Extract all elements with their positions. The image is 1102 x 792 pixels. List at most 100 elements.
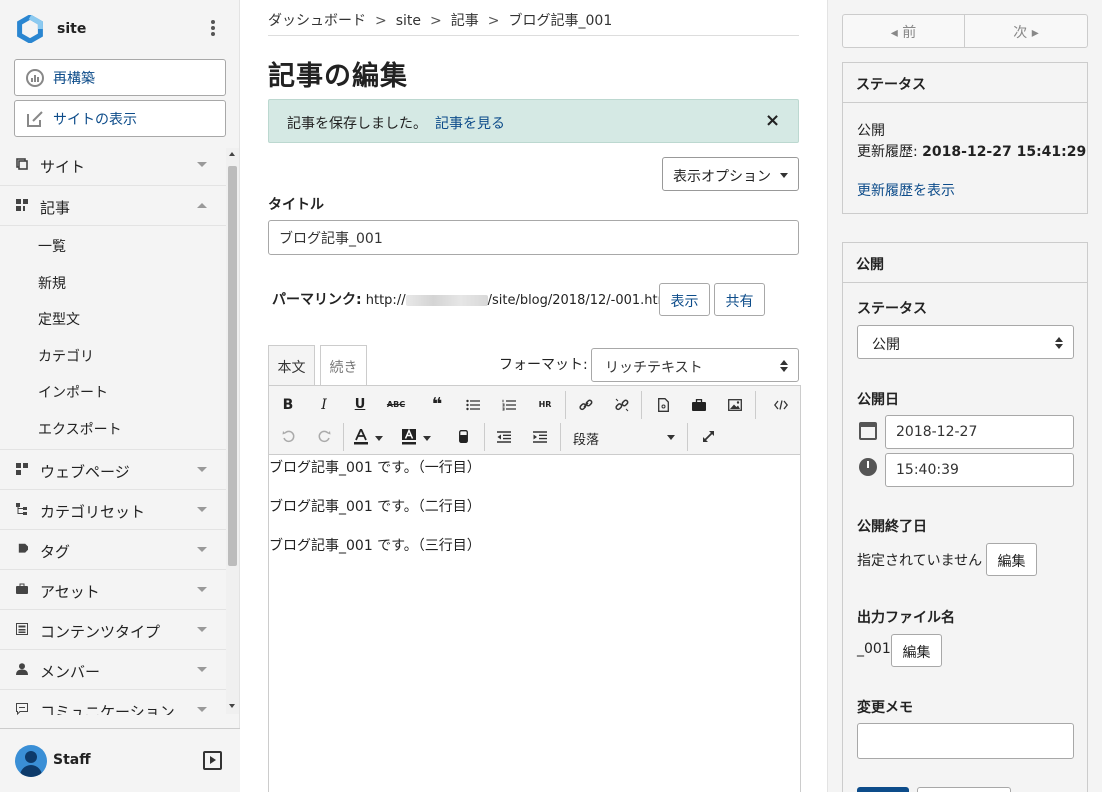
submenu-item-list[interactable]: 一覧 <box>0 228 226 265</box>
nav-item-entries[interactable]: 記事 <box>0 185 226 225</box>
nav-item-webpages[interactable]: ウェブページ <box>0 449 226 489</box>
indent-button[interactable] <box>527 424 553 450</box>
view-site-button[interactable]: サイトの表示 <box>14 100 226 137</box>
breadcrumb-separator: > <box>487 13 500 29</box>
site-name[interactable]: site <box>57 21 86 37</box>
scrollbar-thumb[interactable] <box>228 166 237 566</box>
nav-item-member[interactable]: メンバー <box>0 649 226 689</box>
content-line: ブログ記事_001 です。（一行目） <box>269 460 481 476</box>
background-color-dropdown[interactable] <box>420 424 434 450</box>
format-select[interactable]: リッチテキスト <box>591 348 799 382</box>
edit-unpublish-date-button[interactable]: 編集 <box>986 543 1037 576</box>
submenu-item-import[interactable]: インポート <box>0 374 226 411</box>
insert-asset-button[interactable] <box>686 392 712 418</box>
blockquote-button[interactable]: ❝ <box>424 392 450 418</box>
source-code-button[interactable] <box>768 392 794 418</box>
unlink-icon <box>615 398 629 412</box>
sidebar-header: site <box>0 0 240 58</box>
status-value: 公開 <box>857 123 885 139</box>
file-icon <box>657 398 669 412</box>
submenu-item-new[interactable]: 新規 <box>0 265 226 302</box>
strikethrough-button[interactable]: ABC <box>383 392 409 418</box>
rebuild-button[interactable]: 再構築 <box>14 59 226 96</box>
logo-icon[interactable] <box>16 15 44 43</box>
publish-date-input[interactable] <box>885 415 1074 449</box>
breadcrumb-dashboard[interactable]: ダッシュボード <box>268 13 366 29</box>
display-options-button[interactable]: 表示オプション <box>662 157 799 191</box>
insert-image-button[interactable] <box>722 392 748 418</box>
breadcrumb-site[interactable]: site <box>396 13 421 29</box>
next-entry-button[interactable]: 次 ▸ <box>965 15 1087 47</box>
save-button[interactable] <box>857 787 909 792</box>
title-input[interactable] <box>268 220 799 255</box>
numbered-list-button[interactable] <box>496 392 522 418</box>
editor-content[interactable]: ブログ記事_001 です。（一行目） ブログ記事_001 です。（二行目） ブロ… <box>269 457 800 574</box>
publish-status-select[interactable]: 公開 <box>857 325 1074 359</box>
italic-button[interactable]: I <box>311 392 337 418</box>
update-history-label: 更新履歴: <box>857 144 918 160</box>
avatar[interactable] <box>15 745 47 777</box>
underline-button[interactable]: U <box>347 392 373 418</box>
nav-item-communication[interactable]: コミュニケーション <box>0 689 226 715</box>
secondary-button[interactable] <box>917 787 1011 792</box>
undo-button[interactable] <box>275 424 301 450</box>
horizontal-rule-button[interactable]: HR <box>532 392 558 418</box>
insert-file-button[interactable] <box>650 392 676 418</box>
scroll-down-icon[interactable] <box>229 704 235 708</box>
collapse-sidebar-icon[interactable] <box>203 751 222 770</box>
nav-item-tag[interactable]: タグ <box>0 529 226 569</box>
publish-time-input[interactable] <box>885 453 1074 487</box>
nav-label: コンテンツタイプ <box>40 623 161 641</box>
clock-icon[interactable] <box>859 458 877 476</box>
nav-item-asset[interactable]: アセット <box>0 569 226 609</box>
kebab-menu-icon[interactable] <box>206 18 220 40</box>
text-color-button[interactable] <box>349 424 373 450</box>
nav-label: カテゴリセット <box>40 503 146 521</box>
edit-basename-button[interactable]: 編集 <box>891 634 942 667</box>
tab-body[interactable]: 本文 <box>268 345 315 385</box>
rich-text-editor: B I U ABC ❝ HR 段落 ブログ記事_001 です。（一行目） ブログ… <box>268 385 801 792</box>
display-options-label: 表示オプション <box>673 169 771 185</box>
toolbar-divider <box>755 391 756 419</box>
calendar-icon[interactable] <box>859 422 877 440</box>
view-entry-link[interactable]: 記事を見る <box>435 116 505 132</box>
format-value: リッチテキスト <box>605 360 703 376</box>
submenu-item-category[interactable]: カテゴリ <box>0 338 226 375</box>
breadcrumb-separator: > <box>375 13 387 29</box>
permalink-show-button[interactable]: 表示 <box>659 283 710 316</box>
submenu-item-export[interactable]: エクスポート <box>0 411 226 448</box>
toolbar-divider <box>560 423 561 451</box>
revision-note-input[interactable] <box>857 723 1074 759</box>
bullet-list-button[interactable] <box>460 392 486 418</box>
permalink-prefix: http:// <box>365 293 406 308</box>
member-icon <box>16 663 28 675</box>
user-name[interactable]: Staff <box>53 752 91 768</box>
text-color-dropdown[interactable] <box>372 424 386 450</box>
redo-button[interactable] <box>311 424 337 450</box>
paragraph-format-select[interactable]: 段落 <box>571 423 681 451</box>
nav-item-site[interactable]: サイト <box>0 145 226 185</box>
chevron-down-icon <box>197 507 207 512</box>
content-type-icon <box>16 623 28 635</box>
view-history-link[interactable]: 更新履歴を表示 <box>857 180 955 200</box>
unpublish-date-label: 公開終了日 <box>857 519 927 535</box>
permalink-share-button[interactable]: 共有 <box>714 283 765 316</box>
outdent-button[interactable] <box>491 424 517 450</box>
background-color-button[interactable] <box>397 424 421 450</box>
sidebar-scrollbar[interactable] <box>226 148 239 714</box>
previous-entry-button[interactable]: ◂ 前 <box>843 15 965 47</box>
unlink-button[interactable] <box>609 392 635 418</box>
caret-down-icon <box>667 435 675 440</box>
close-icon[interactable]: × <box>765 110 780 131</box>
link-button[interactable] <box>573 392 599 418</box>
tab-continued[interactable]: 続き <box>320 345 367 385</box>
submenu-item-boilerplate[interactable]: 定型文 <box>0 301 226 338</box>
breadcrumb-entries[interactable]: 記事 <box>451 13 479 29</box>
scroll-up-icon[interactable] <box>229 152 235 156</box>
tag-icon <box>18 543 28 553</box>
fullscreen-button[interactable] <box>695 424 721 450</box>
nav-item-category-set[interactable]: カテゴリセット <box>0 489 226 529</box>
bold-button[interactable]: B <box>275 392 301 418</box>
nav-item-content-type[interactable]: コンテンツタイプ <box>0 609 226 649</box>
clear-format-button[interactable] <box>450 424 476 450</box>
